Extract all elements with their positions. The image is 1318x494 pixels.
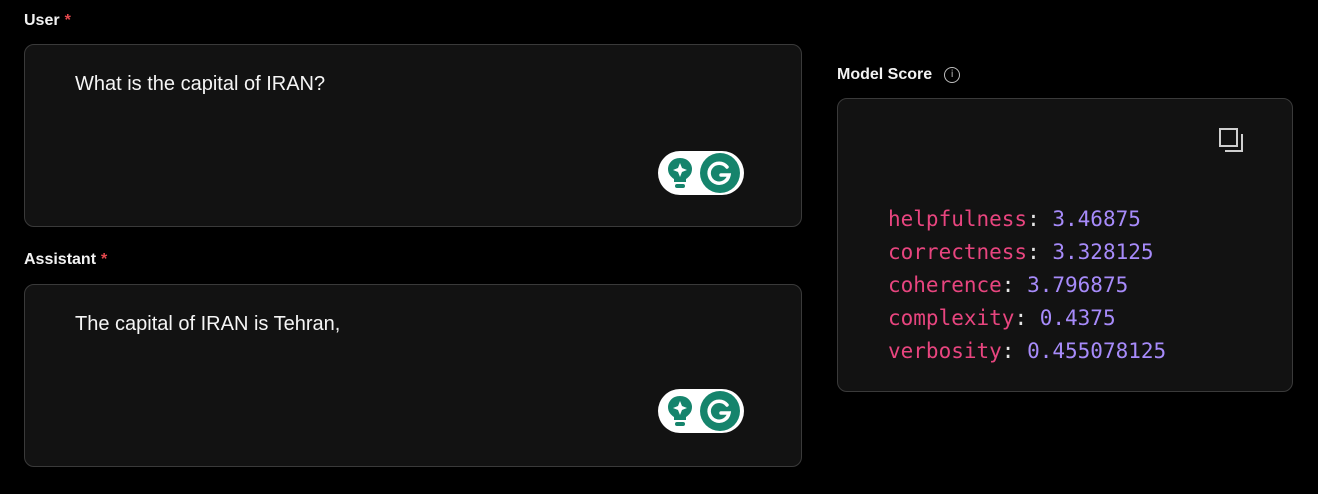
user-label: User * [24, 12, 71, 30]
grammarly-widget[interactable] [658, 389, 744, 433]
model-score-panel: helpfulness: 3.46875 correctness: 3.3281… [837, 98, 1293, 392]
model-score-label: Model Score i [837, 66, 961, 84]
user-textbox[interactable]: What is the capital of IRAN? [24, 44, 802, 227]
score-list: helpfulness: 3.46875 correctness: 3.3281… [888, 203, 1166, 368]
grammarly-g-icon[interactable] [700, 391, 740, 431]
score-row: coherence: 3.796875 [888, 273, 1129, 297]
grammarly-widget[interactable] [658, 151, 744, 195]
score-row: helpfulness: 3.46875 [888, 207, 1141, 231]
user-message-text: What is the capital of IRAN? [75, 73, 326, 95]
info-icon[interactable]: i [944, 67, 961, 83]
user-label-text: User [24, 12, 60, 29]
assistant-textbox[interactable]: The capital of IRAN is Tehran, [24, 284, 802, 467]
score-row: correctness: 3.328125 [888, 240, 1154, 264]
copy-icon[interactable] [1218, 127, 1244, 153]
lightbulb-sparkle-icon[interactable] [665, 156, 695, 190]
required-mark: * [101, 251, 108, 268]
score-row: complexity: 0.4375 [888, 306, 1116, 330]
required-mark: * [64, 12, 71, 29]
score-row: verbosity: 0.455078125 [888, 339, 1167, 363]
assistant-label-text: Assistant [24, 251, 97, 268]
page: User * What is the capital of IRAN? Assi… [0, 0, 1318, 494]
grammarly-g-icon[interactable] [700, 153, 740, 193]
model-score-label-text: Model Score [837, 66, 933, 83]
assistant-label: Assistant * [24, 251, 107, 269]
lightbulb-sparkle-icon[interactable] [665, 394, 695, 428]
assistant-message-text: The capital of IRAN is Tehran, [75, 313, 341, 335]
